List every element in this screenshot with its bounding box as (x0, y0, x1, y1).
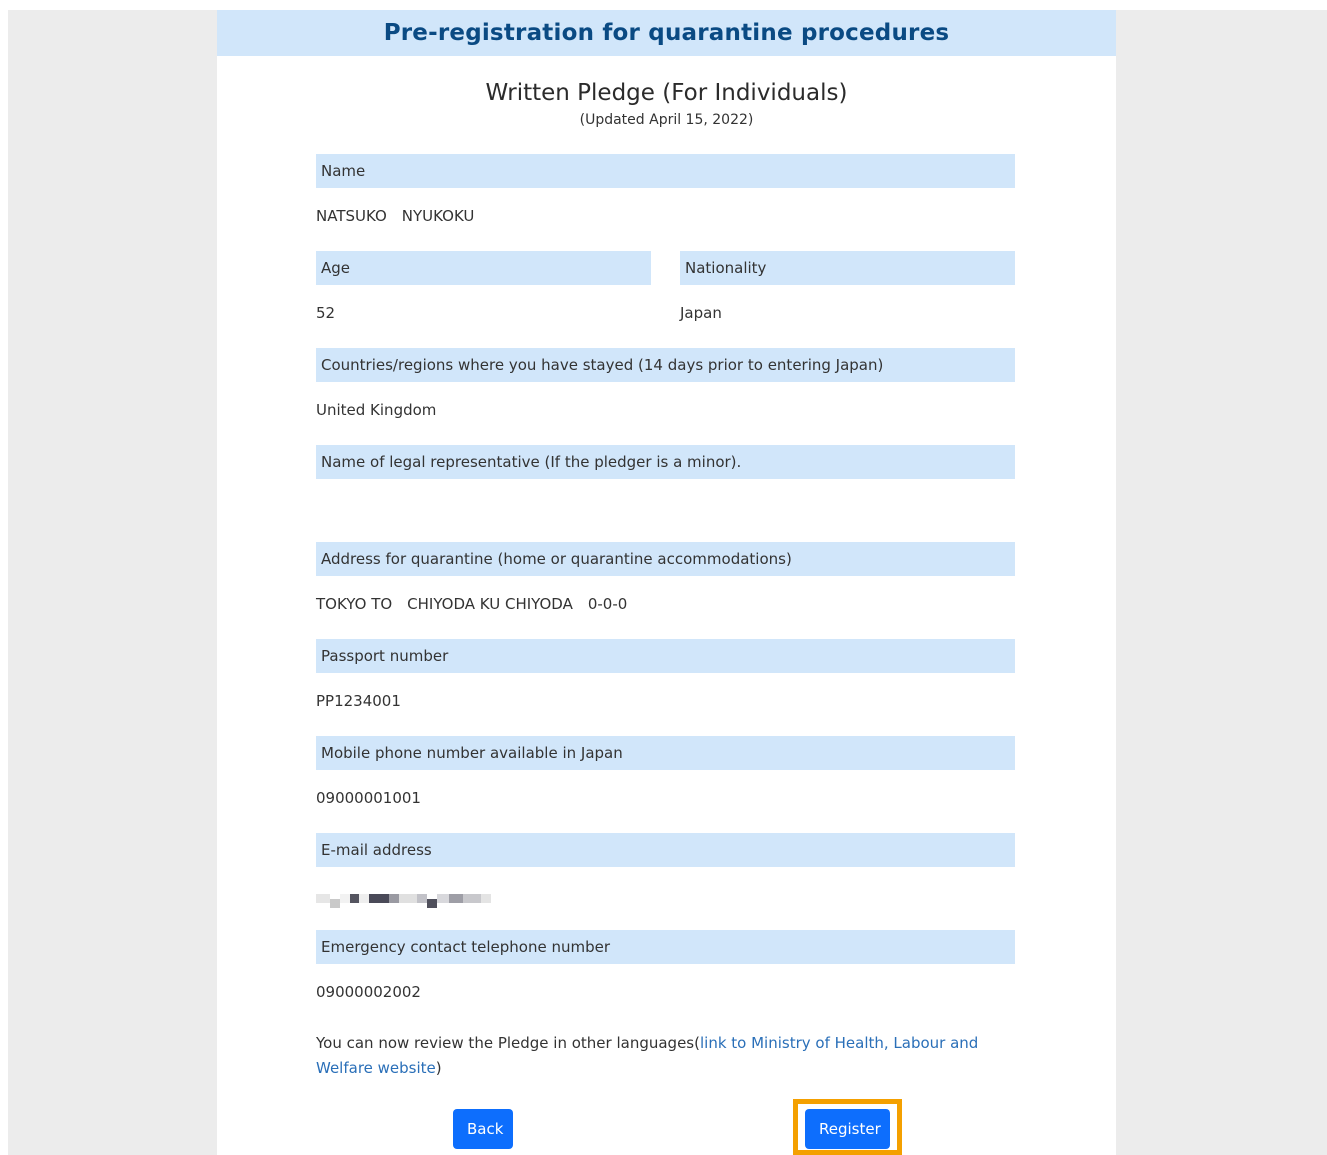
redaction-pixelation (316, 889, 491, 909)
age-value: 52 (316, 304, 336, 322)
name-label: Name (316, 154, 1015, 188)
note-text-end: ) (435, 1059, 442, 1077)
title-bar: Pre-registration for quarantine procedur… (217, 10, 1116, 56)
name-value: NATSUKO NYUKOKU (316, 207, 475, 225)
legal-representative-label: Name of legal representative (If the ple… (316, 445, 1015, 479)
nationality-column: Nationality Japan (680, 251, 1015, 348)
age-column: Age 52 (316, 251, 651, 348)
legal-representative-value (316, 479, 1015, 542)
pledge-form: Name NATSUKO NYUKOKU Age 52 Nationality … (316, 154, 1015, 1027)
passport-label: Passport number (316, 639, 1015, 673)
note-text: You can now review the Pledge in other l… (316, 1034, 700, 1052)
email-label: E-mail address (316, 833, 1015, 867)
language-note: You can now review the Pledge in other l… (316, 1031, 1016, 1081)
mobile-phone-label: Mobile phone number available in Japan (316, 736, 1015, 770)
pledge-title: Written Pledge (For Individuals) (485, 80, 848, 106)
address-value: TOKYO TO CHIYODA KU CHIYODA 0-0-0 (316, 595, 628, 613)
countries-label: Countries/regions where you have stayed … (316, 348, 1015, 382)
nationality-label: Nationality (680, 251, 1015, 285)
passport-value: PP1234001 (316, 692, 401, 710)
register-button[interactable]: Register (805, 1109, 890, 1149)
age-nationality-row: Age 52 Nationality Japan (316, 251, 1015, 348)
countries-value: United Kingdom (316, 401, 437, 419)
age-label: Age (316, 251, 651, 285)
emergency-contact-label: Emergency contact telephone number (316, 930, 1015, 964)
pledge-updated-date: (Updated April 15, 2022) (579, 112, 754, 128)
emergency-contact-value: 09000002002 (316, 983, 421, 1001)
mobile-phone-value: 09000001001 (316, 789, 421, 807)
address-label: Address for quarantine (home or quaranti… (316, 542, 1015, 576)
email-value-redacted (316, 867, 1015, 930)
pledge-page: Pre-registration for quarantine procedur… (217, 10, 1116, 1155)
page-title: Pre-registration for quarantine procedur… (383, 20, 950, 46)
back-button[interactable]: Back (453, 1109, 513, 1149)
nationality-value: Japan (680, 304, 722, 322)
